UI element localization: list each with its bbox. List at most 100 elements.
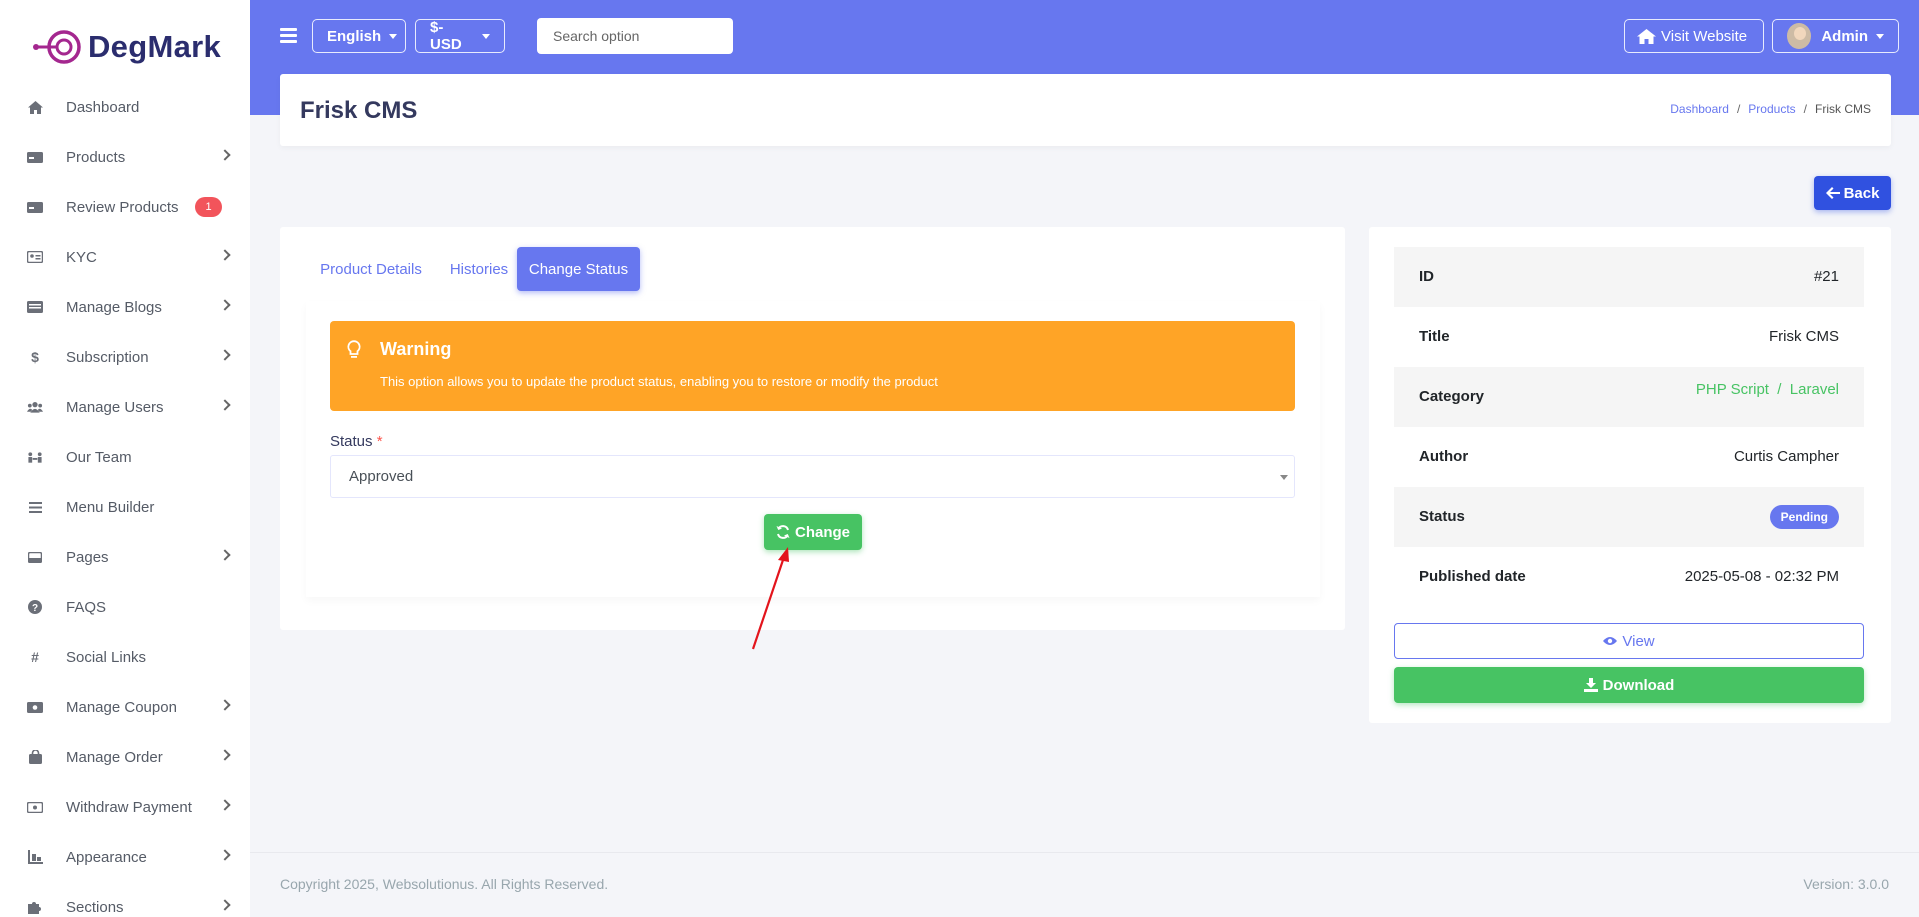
menu-icon (27, 499, 43, 515)
sidebar-item-label: Pages (66, 548, 109, 566)
download-button[interactable]: Download (1394, 667, 1864, 703)
detail-label: Title (1419, 328, 1450, 345)
sidebar-item-review-products[interactable]: Review Products 1 (0, 182, 250, 232)
user-dropdown[interactable]: Admin (1772, 19, 1899, 53)
language-label: English (327, 27, 382, 45)
breadcrumb-dashboard[interactable]: Dashboard (1670, 102, 1729, 116)
sidebar-item-sections[interactable]: Sections (0, 882, 250, 917)
sidebar-item-label: FAQS (66, 598, 107, 616)
search-input[interactable] (537, 18, 733, 54)
chevron-right-icon (219, 149, 231, 161)
category-link[interactable]: PHP Script / Laravel (1696, 381, 1839, 398)
chevron-right-icon (219, 749, 231, 761)
sidebar-item-manage-coupon[interactable]: Manage Coupon (0, 682, 250, 732)
sidebar-item-label: Manage Blogs (66, 298, 162, 316)
user-name: Admin (1821, 27, 1868, 45)
sidebar-item-withdraw-payment[interactable]: Withdraw Payment (0, 782, 250, 832)
status-label: Status * (330, 433, 383, 450)
chevron-right-icon (219, 249, 231, 261)
tab-product-details[interactable]: Product Details (300, 247, 442, 291)
caret-down-icon (389, 33, 398, 39)
detail-value: Curtis Campher (1733, 448, 1839, 465)
required-mark: * (376, 433, 383, 450)
version-text: Version: 3.0.0 (1803, 876, 1889, 892)
view-label: View (1622, 632, 1655, 650)
caret-down-icon (1280, 475, 1288, 480)
wallet-icon (27, 799, 43, 815)
breadcrumb: Dashboard / Products / Frisk CMS (1670, 102, 1871, 116)
language-dropdown[interactable]: English (312, 19, 406, 53)
tab-change-status[interactable]: Change Status (517, 247, 640, 291)
sidebar-item-manage-users[interactable]: Manage Users (0, 382, 250, 432)
back-button[interactable]: Back (1814, 176, 1891, 210)
tab-histories[interactable]: Histories (442, 247, 516, 291)
svg-text:?: ? (32, 603, 38, 614)
sidebar-item-subscription[interactable]: $ Subscription (0, 332, 250, 382)
detail-value: #21 (1813, 268, 1839, 285)
arrow-left-icon (1825, 187, 1840, 199)
product-status-card: Product Details Histories Change Status … (280, 227, 1345, 630)
chevron-right-icon (219, 299, 231, 311)
detail-label: Published date (1419, 568, 1526, 585)
warning-text: This option allows you to update the pro… (380, 374, 938, 389)
detail-label: ID (1419, 268, 1434, 285)
sidebar-item-appearance[interactable]: Appearance (0, 832, 250, 882)
detail-row-status: Status Pending (1394, 487, 1864, 547)
sidebar-item-label: Social Links (66, 648, 147, 666)
sidebar-item-dashboard[interactable]: Dashboard (0, 82, 250, 132)
back-label: Back (1843, 184, 1880, 202)
bag-icon (27, 749, 43, 765)
hamburger-menu-icon[interactable] (280, 28, 297, 44)
sidebar-item-our-team[interactable]: Our Team (0, 432, 250, 482)
team-icon (27, 449, 43, 465)
breadcrumb-products[interactable]: Products (1748, 102, 1795, 116)
lightbulb-icon (347, 340, 361, 358)
detail-value: 2025-05-08 - 02:32 PM (1684, 568, 1839, 585)
hash-icon: # (31, 649, 39, 665)
sidebar-item-social-links[interactable]: # Social Links (0, 632, 250, 682)
sidebar-item-label: Products (66, 148, 126, 166)
chevron-right-icon (219, 849, 231, 861)
visit-website-button[interactable]: Visit Website (1624, 19, 1764, 53)
detail-row-id: ID #21 (1394, 247, 1864, 307)
review-count-badge: 1 (195, 197, 222, 217)
detail-row-published-date: Published date 2025-05-08 - 02:32 PM (1394, 547, 1864, 607)
question-icon: ? (27, 599, 43, 615)
sidebar-item-products[interactable]: Products (0, 132, 250, 182)
users-icon (27, 399, 43, 415)
detail-label: Status (1419, 508, 1465, 525)
chevron-right-icon (219, 399, 231, 411)
sidebar-item-label: Dashboard (66, 98, 140, 116)
logo-icon (33, 30, 81, 64)
change-label: Change (794, 523, 850, 541)
eye-icon (1603, 637, 1618, 645)
sidebar-item-manage-blogs[interactable]: Manage Blogs (0, 282, 250, 332)
sidebar-item-pages[interactable]: Pages (0, 532, 250, 582)
sidebar-item-label: Appearance (66, 848, 147, 866)
sidebar: DegMark Dashboard Products Review Produc… (0, 0, 250, 917)
detail-row-title: Title Frisk CMS (1394, 307, 1864, 367)
visit-website-label: Visit Website (1661, 27, 1748, 45)
appearance-icon (27, 849, 43, 865)
coupon-icon (27, 699, 43, 715)
detail-value: Frisk CMS (1769, 328, 1839, 345)
breadcrumb-separator: / (1736, 102, 1741, 116)
currency-dropdown[interactable]: $-USD (415, 19, 505, 53)
chevron-right-icon (219, 699, 231, 711)
sidebar-item-menu-builder[interactable]: Menu Builder (0, 482, 250, 532)
warning-title: Warning (380, 339, 452, 359)
brand-logo[interactable]: DegMark (0, 0, 250, 94)
status-select[interactable]: Approved (330, 455, 1295, 498)
sidebar-item-manage-order[interactable]: Manage Order (0, 732, 250, 782)
sidebar-item-faqs[interactable]: ? FAQS (0, 582, 250, 632)
sidebar-item-label: Withdraw Payment (66, 798, 192, 816)
warning-alert: Warning This option allows you to update… (330, 321, 1295, 411)
detail-row-category: Category PHP Script / Laravel (1394, 367, 1864, 427)
detail-row-author: Author Curtis Campher (1394, 427, 1864, 487)
sidebar-item-label: Menu Builder (66, 498, 155, 516)
chevron-right-icon (219, 549, 231, 561)
sidebar-item-label: Manage Order (66, 748, 163, 766)
sidebar-item-kyc[interactable]: KYC (0, 232, 250, 282)
breadcrumb-separator: / (1803, 102, 1807, 116)
view-button[interactable]: View (1394, 623, 1864, 659)
